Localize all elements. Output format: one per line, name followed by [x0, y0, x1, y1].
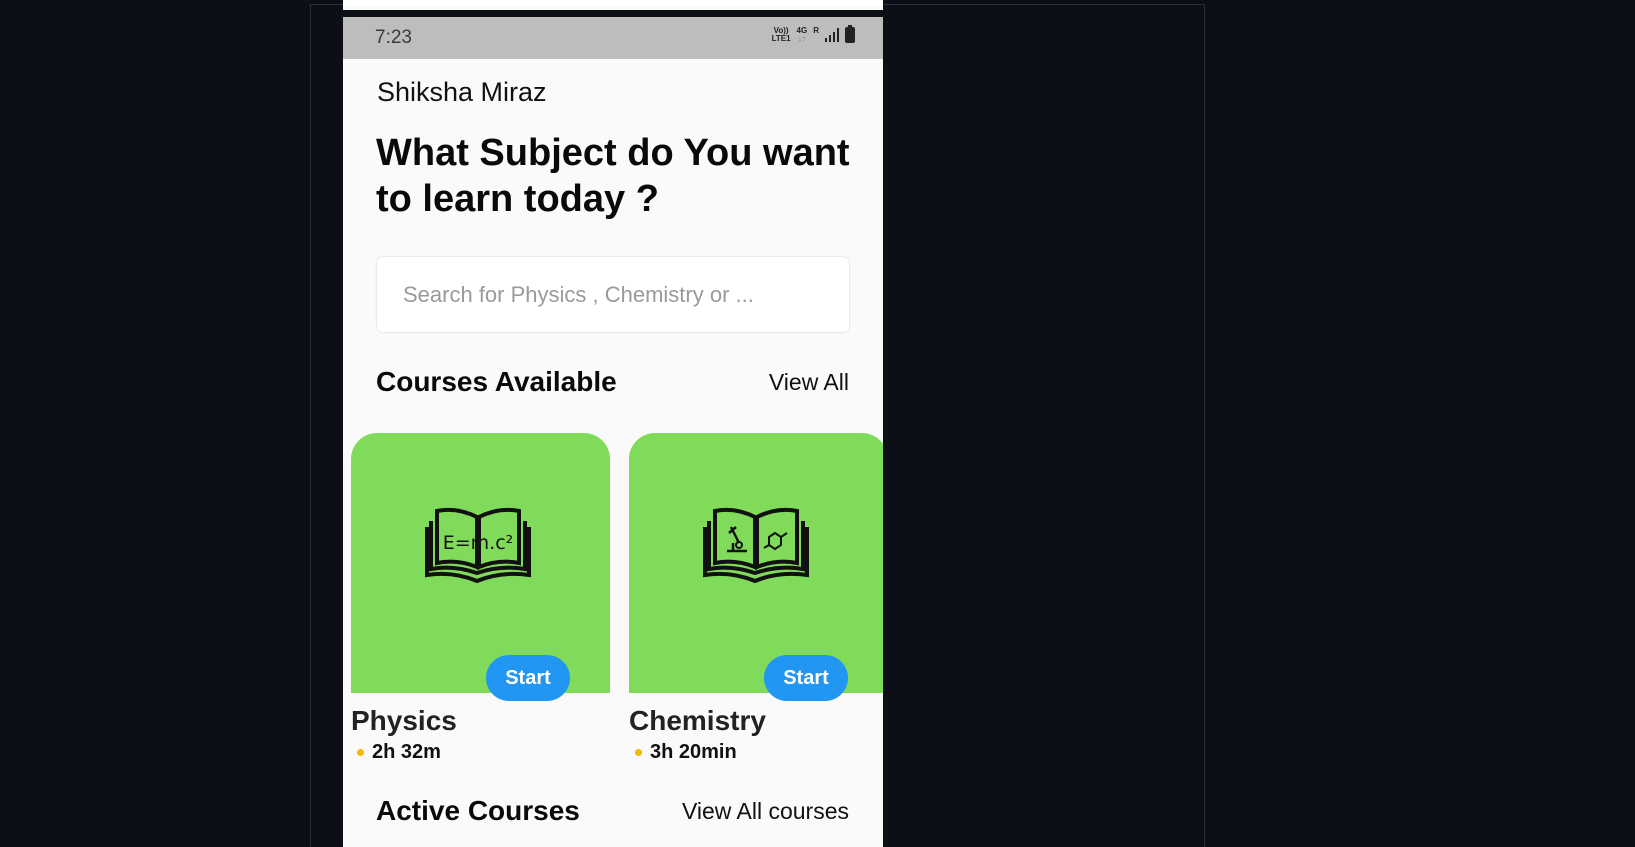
signal-icon [825, 28, 839, 42]
status-bar: 7:23 Vo)) LTE1 4G ↓↑ R [343, 17, 883, 59]
view-all-link[interactable]: View All [769, 369, 849, 396]
course-card-image: E=m.c² Start [351, 433, 610, 701]
course-duration-physics: 2h 32m [357, 741, 610, 764]
top-edge [343, 0, 883, 6]
battery-icon [845, 25, 855, 43]
roaming-indicator: R [813, 26, 819, 35]
course-title-physics: Physics [351, 705, 457, 736]
status-icons: Vo)) LTE1 4G ↓↑ R [772, 25, 855, 43]
book-formula-text: E=m.c² [443, 532, 514, 554]
search-input[interactable] [401, 280, 825, 309]
course-duration-chemistry: 3h 20min [635, 741, 883, 764]
view-all-courses-link[interactable]: View All courses [682, 798, 849, 825]
courses-section-title: Courses Available [376, 366, 617, 397]
duration-text: 2h 32m [372, 741, 441, 763]
book-physics-icon: E=m.c² [425, 507, 531, 583]
course-card-physics[interactable]: E=m.c² Start Physics 2h 32m [351, 433, 610, 764]
start-button-physics[interactable]: Start [486, 655, 570, 701]
status-time: 7:23 [375, 27, 412, 48]
start-button-chemistry[interactable]: Start [764, 655, 848, 701]
duration-dot-icon [635, 749, 642, 756]
search-box[interactable] [377, 257, 849, 332]
network-type-icon: 4G ↓↑ [797, 27, 808, 43]
app-name: Shiksha Miraz [377, 77, 547, 107]
course-card-chemistry[interactable]: Start Chemistry 3h 20min [629, 433, 883, 764]
top-gap [343, 10, 883, 17]
volte-bottom-label: LTE1 [771, 34, 791, 43]
course-title-chemistry: Chemistry [629, 705, 766, 736]
course-card-image: Start [629, 433, 883, 701]
network-bottom-label: ↓↑ [797, 34, 806, 43]
page-headline: What Subject do You want to learn today … [376, 132, 850, 220]
book-chemistry-icon [703, 507, 809, 583]
phone-screen: 7:23 Vo)) LTE1 4G ↓↑ R Shiksha Miraz Wha… [343, 0, 883, 847]
active-courses-title: Active Courses [376, 795, 580, 826]
duration-dot-icon [357, 749, 364, 756]
volte-icon: Vo)) LTE1 [772, 27, 791, 43]
duration-text: 3h 20min [650, 741, 737, 763]
